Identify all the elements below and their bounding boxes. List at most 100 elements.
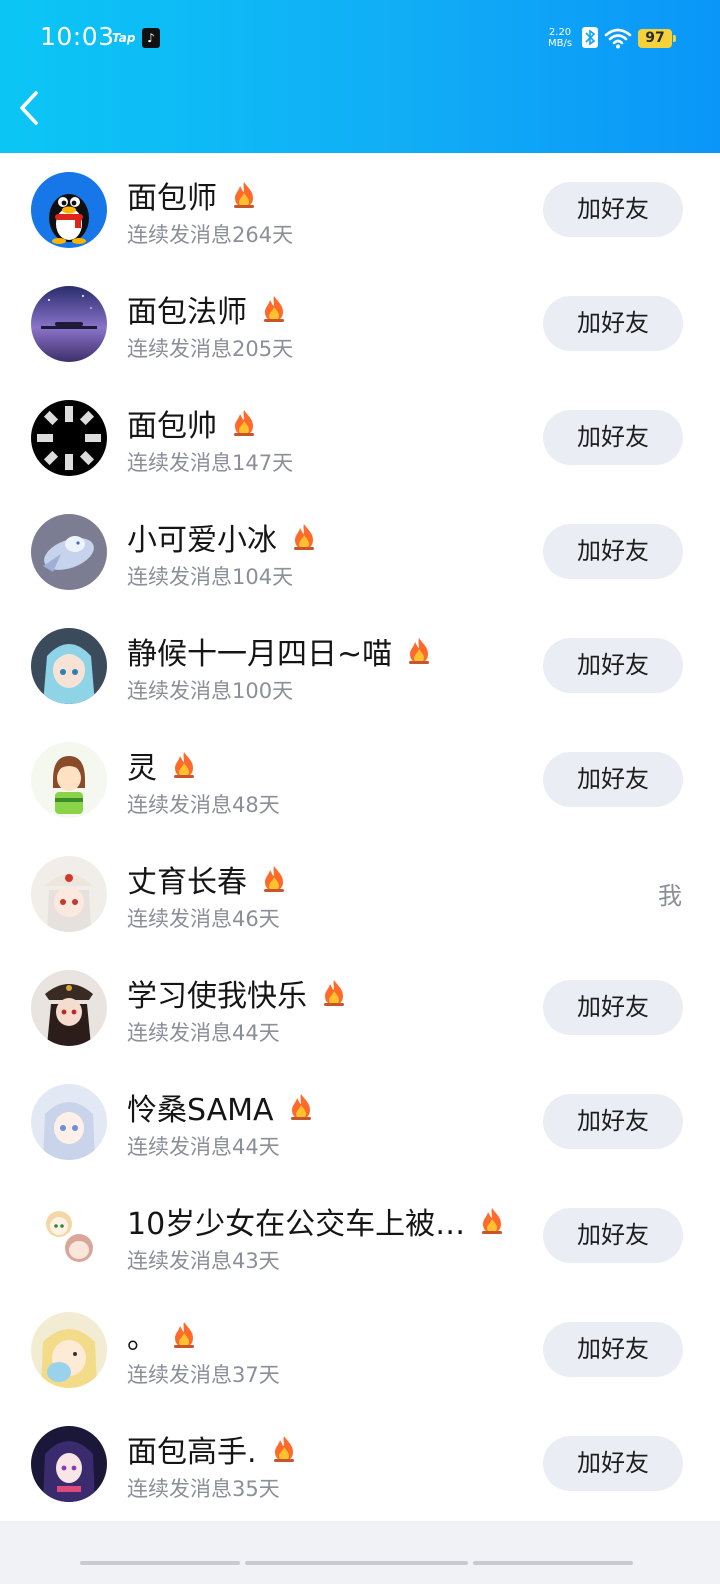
add-friend-button[interactable]: 加好友 [543, 752, 683, 807]
battery-icon: 97 [638, 29, 676, 48]
chevron-left-icon [20, 91, 38, 125]
name-line: 学习使我快乐 [127, 973, 349, 1014]
fire-icon [169, 1320, 199, 1350]
streak-text: 连续发消息43天 [127, 1249, 280, 1273]
avatar[interactable] [31, 514, 107, 590]
list-item[interactable]: 学习使我快乐 连续发消息44天 加好友 [0, 951, 720, 1065]
name-line: 面包高手. [127, 1429, 299, 1470]
avatar[interactable] [31, 286, 107, 362]
avatar[interactable] [31, 400, 107, 476]
wifi-icon [604, 27, 632, 53]
streak-text: 连续发消息35天 [127, 1477, 280, 1501]
add-friend-button[interactable]: 加好友 [543, 182, 683, 237]
network-speed: 2.20 MB/s [548, 27, 572, 49]
self-label: 我 [658, 882, 682, 910]
add-friend-button[interactable]: 加好友 [543, 1094, 683, 1149]
list-item[interactable]: 小可爱小冰 连续发消息104天 加好友 [0, 495, 720, 609]
avatar[interactable] [31, 1084, 107, 1160]
streak-text: 连续发消息46天 [127, 907, 280, 931]
avatar[interactable] [31, 1312, 107, 1388]
avatar[interactable] [31, 628, 107, 704]
avatar[interactable] [31, 172, 107, 248]
avatar[interactable] [31, 1198, 107, 1274]
tiktok-icon: ♪ [142, 28, 160, 48]
fire-icon [319, 978, 349, 1008]
name-line: 面包师 [127, 175, 259, 216]
streak-text: 连续发消息100天 [127, 679, 294, 703]
bluetooth-icon [582, 27, 598, 48]
list-item[interactable]: 面包法师 连续发消息205天 加好友 [0, 267, 720, 381]
list-item[interactable]: 面包师 连续发消息264天 加好友 [0, 153, 720, 267]
scroll-indicator [80, 1561, 240, 1565]
avatar[interactable] [31, 856, 107, 932]
friend-name: 。 [127, 1321, 157, 1356]
streak-text: 连续发消息264天 [127, 223, 294, 247]
add-friend-button[interactable]: 加好友 [543, 410, 683, 465]
fire-icon [269, 1434, 299, 1464]
streak-text: 连续发消息48天 [127, 793, 280, 817]
name-line: 静候十一月四日~喵 [127, 631, 434, 672]
add-friend-button[interactable]: 加好友 [543, 1322, 683, 1377]
name-line: 丈育长春 [127, 859, 289, 900]
status-time: 10:03 [40, 22, 115, 51]
fire-icon [229, 408, 259, 438]
streak-text: 连续发消息147天 [127, 451, 294, 475]
list-item[interactable]: 面包高手. 连续发消息35天 加好友 [0, 1407, 720, 1521]
list-item[interactable]: 静候十一月四日~喵 连续发消息100天 加好友 [0, 609, 720, 723]
name-line: 面包法师 [127, 289, 289, 330]
friend-name: 静候十一月四日~喵 [127, 637, 393, 672]
back-button[interactable] [14, 88, 46, 128]
list-item[interactable]: 灵 连续发消息48天 加好友 [0, 723, 720, 837]
status-bar: 10:03 Tap ♪ 2.20 MB/s 97 [0, 0, 720, 78]
network-speed-value: 2.20 [548, 27, 572, 38]
friend-name: 10岁少女在公交车上被… [127, 1207, 466, 1242]
friend-name: 学习使我快乐 [127, 979, 307, 1014]
name-line: 。 [127, 1315, 199, 1356]
friend-name: 面包高手. [127, 1435, 257, 1470]
streak-text: 连续发消息104天 [127, 565, 294, 589]
fire-icon [259, 864, 289, 894]
fire-icon [289, 522, 319, 552]
add-friend-button[interactable]: 加好友 [543, 296, 683, 351]
streak-text: 连续发消息205天 [127, 337, 294, 361]
name-line: 小可爱小冰 [127, 517, 319, 558]
friend-name: 面包帅 [127, 409, 217, 444]
fire-icon [169, 750, 199, 780]
friend-name: 小可爱小冰 [127, 523, 277, 558]
streak-text: 连续发消息37天 [127, 1363, 280, 1387]
friend-name: 面包师 [127, 181, 217, 216]
network-speed-unit: MB/s [548, 38, 573, 49]
name-line: 10岁少女在公交车上被… [127, 1201, 507, 1242]
friend-name: 怜桑SAMA [127, 1093, 274, 1128]
friend-name: 面包法师 [127, 295, 247, 330]
list-item[interactable]: 10岁少女在公交车上被… 连续发消息43天 加好友 [0, 1179, 720, 1293]
avatar[interactable] [31, 1426, 107, 1502]
list-item[interactable]: 。 连续发消息37天 加好友 [0, 1293, 720, 1407]
list-item[interactable]: 面包帅 连续发消息147天 加好友 [0, 381, 720, 495]
fire-icon [229, 180, 259, 210]
avatar[interactable] [31, 970, 107, 1046]
avatar[interactable] [31, 742, 107, 818]
top-header: 10:03 Tap ♪ 2.20 MB/s 97 [0, 0, 720, 153]
add-friend-button[interactable]: 加好友 [543, 980, 683, 1035]
add-friend-button[interactable]: 加好友 [543, 1436, 683, 1491]
scroll-indicator [245, 1561, 468, 1565]
fire-icon [286, 1092, 316, 1122]
list-item[interactable]: 丈育长春 连续发消息46天 我 [0, 837, 720, 951]
fire-icon [259, 294, 289, 324]
streak-text: 连续发消息44天 [127, 1021, 280, 1045]
fire-icon [477, 1206, 507, 1236]
streak-text: 连续发消息44天 [127, 1135, 280, 1159]
add-friend-button[interactable]: 加好友 [543, 638, 683, 693]
add-friend-button[interactable]: 加好友 [543, 524, 683, 579]
name-line: 怜桑SAMA [127, 1087, 316, 1128]
fire-icon [404, 636, 434, 666]
scroll-indicator [473, 1561, 633, 1565]
name-line: 面包帅 [127, 403, 259, 444]
friend-name: 丈育长春 [127, 865, 247, 900]
tap-icon: Tap [112, 31, 136, 45]
list-item[interactable]: 怜桑SAMA 连续发消息44天 加好友 [0, 1065, 720, 1179]
streak-friend-list: 面包师 连续发消息264天 加好友 面包法师 连续发消息205天 加好友 面包帅… [0, 153, 720, 1521]
friend-name: 灵 [127, 751, 157, 786]
add-friend-button[interactable]: 加好友 [543, 1208, 683, 1263]
